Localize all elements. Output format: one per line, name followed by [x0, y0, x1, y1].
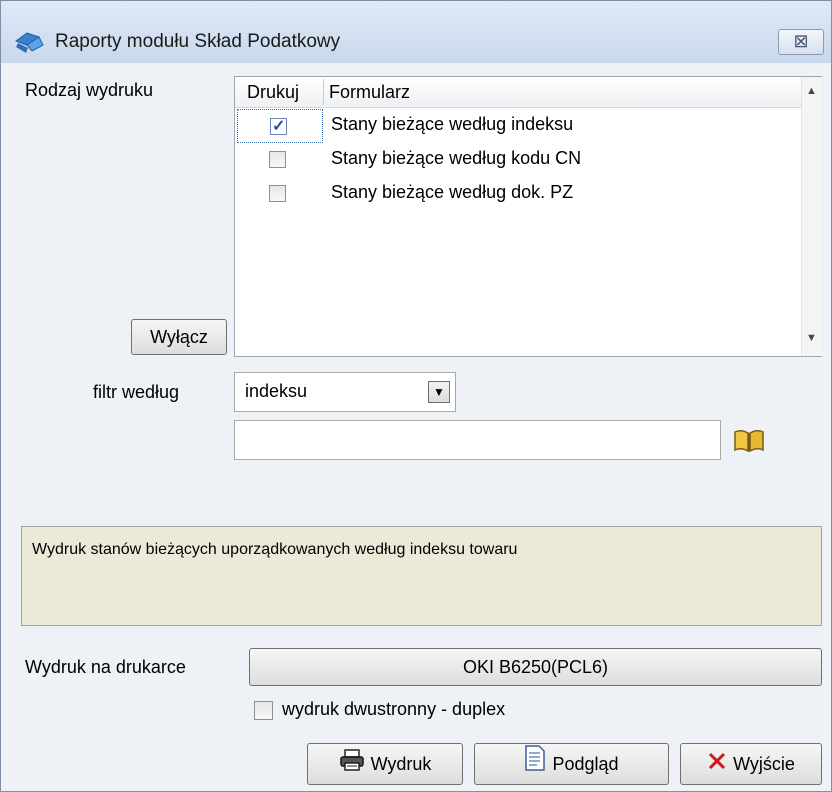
print-checkbox[interactable]: ✓	[270, 118, 287, 135]
print-cell	[237, 143, 323, 177]
print-button-label: Wydruk	[370, 754, 432, 774]
filter-value-input[interactable]	[234, 420, 721, 460]
description-panel: Wydruk stanów bieżących uporządkowanych …	[21, 526, 822, 626]
x-icon	[707, 745, 727, 785]
dialog-window: Raporty modułu Skład Podatkowy ⊠ Rodzaj …	[0, 0, 832, 792]
column-header-formularz[interactable]: Formularz	[329, 82, 410, 103]
document-preview-icon	[524, 745, 546, 785]
column-header-drukuj[interactable]: Drukuj	[247, 82, 299, 103]
printer-icon	[339, 745, 365, 785]
list-item[interactable]: Stany bieżące według dok. PZ	[235, 177, 801, 211]
close-icon: ⊠	[793, 31, 809, 51]
exit-button-label: Wyjście	[733, 754, 795, 774]
preview-button-label: Podgląd	[552, 754, 619, 774]
exit-button[interactable]: Wyjście	[680, 743, 822, 785]
list-header: Drukuj Formularz	[235, 77, 801, 108]
toggle-off-button[interactable]: Wyłącz	[131, 319, 227, 355]
report-name: Stany bieżące według indeksu	[331, 114, 574, 134]
report-list[interactable]: Drukuj Formularz ✓ Stany bieżące według …	[234, 76, 822, 357]
report-name: Stany bieżące według dok. PZ	[331, 182, 574, 202]
duplex-checkbox[interactable]	[254, 701, 273, 720]
print-cell	[237, 177, 323, 211]
duplex-label: wydruk dwustronny - duplex	[282, 699, 506, 719]
list-item[interactable]: ✓ Stany bieżące według indeksu	[235, 109, 801, 143]
check-mark-icon: ✓	[272, 118, 286, 135]
column-separator	[323, 79, 324, 105]
preview-button[interactable]: Podgląd	[474, 743, 669, 785]
print-button[interactable]: Wydruk	[307, 743, 463, 785]
report-name: Stany bieżące według kodu CN	[331, 148, 582, 168]
filter-select[interactable]: indeksu ▼	[234, 372, 456, 412]
report-type-label: Rodzaj wydruku	[25, 80, 154, 100]
chevron-down-icon[interactable]: ▼	[428, 381, 450, 403]
print-checkbox[interactable]	[269, 151, 286, 168]
window-title: Raporty modułu Skład Podatkowy	[55, 31, 341, 52]
print-checkbox[interactable]	[269, 185, 286, 202]
scroll-down-arrow-icon[interactable]: ▼	[806, 332, 817, 344]
printer-label: Wydruk na drukarce	[25, 657, 186, 677]
book-icon[interactable]	[732, 427, 766, 453]
list-item[interactable]: Stany bieżące według kodu CN	[235, 143, 801, 177]
print-cell: ✓	[237, 109, 323, 143]
title-bar: Raporty modułu Skład Podatkowy ⊠	[1, 1, 831, 63]
filter-selected-value: indeksu	[245, 381, 308, 401]
vertical-scrollbar[interactable]: ▲ ▼	[801, 77, 822, 356]
printer-select-button[interactable]: OKI B6250(PCL6)	[249, 648, 822, 686]
filter-label: filtr według	[93, 382, 180, 402]
close-button[interactable]: ⊠	[778, 29, 824, 55]
description-text: Wydruk stanów bieżących uporządkowanych …	[32, 541, 518, 558]
scroll-up-arrow-icon[interactable]: ▲	[806, 85, 817, 97]
app-icon	[13, 29, 47, 55]
